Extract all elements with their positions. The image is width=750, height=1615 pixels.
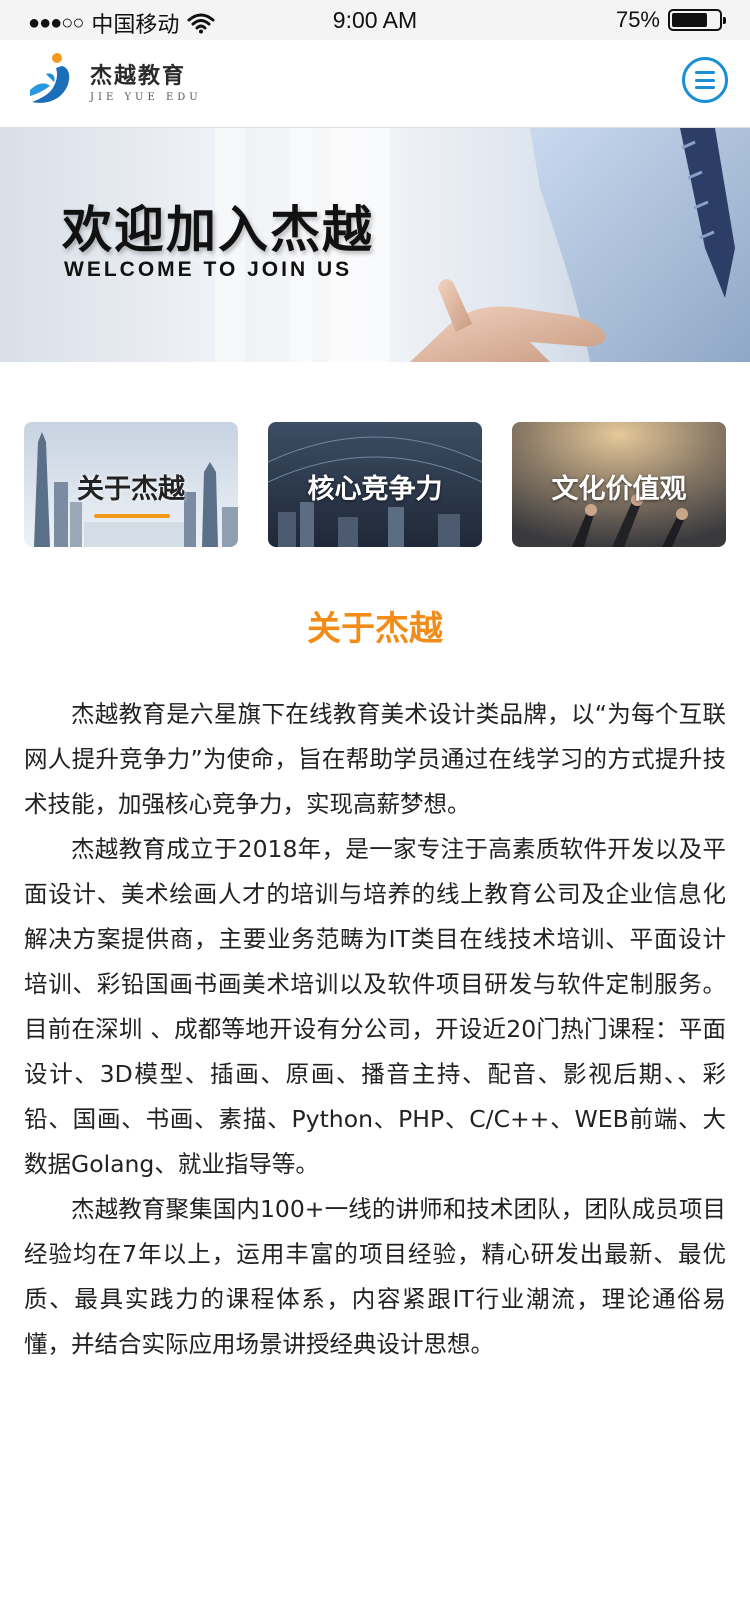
about-paragraph: 杰越教育是六星旗下在线教育美术设计类品牌，以“为每个互联网人提升竞争力”为使命，… (24, 700, 726, 818)
card-label: 关于杰越 (77, 474, 185, 505)
about-content: 杰越教育是六星旗下在线教育美术设计类品牌，以“为每个互联网人提升竞争力”为使命，… (24, 692, 726, 1367)
card-about[interactable]: 关于杰越 (24, 422, 238, 547)
category-cards: 关于杰越 核心竞争力 文化价值观 (24, 422, 726, 547)
menu-button[interactable] (682, 57, 728, 103)
hero-banner: 欢迎加入杰越 WELCOME TO JOIN US (0, 128, 750, 362)
menu-line-icon (695, 86, 715, 89)
logo-subtitle: JIE YUE EDU (90, 91, 202, 103)
active-underline (94, 514, 170, 518)
logo[interactable]: 杰越教育 JIE YUE EDU (28, 52, 202, 108)
card-label: 文化价值观 (551, 474, 687, 505)
banner-title: 欢迎加入杰越 (62, 201, 374, 259)
status-bar: ●●●○○ 中国移动 9:00 AM 75% (0, 0, 750, 40)
about-paragraph: 杰越教育成立于2018年，是一家专注于高素质软件开发以及平面设计、美术绘画人才的… (24, 835, 726, 1178)
battery-percent: 75% (615, 7, 660, 32)
banner-subtitle: WELCOME TO JOIN US (64, 258, 353, 281)
status-right: 75% (615, 7, 726, 33)
menu-line-icon (695, 71, 715, 74)
card-core-competitiveness[interactable]: 核心竞争力 (268, 422, 482, 547)
businessman-hand-illustration (410, 128, 750, 362)
section-title: 关于杰越 (307, 609, 443, 649)
card-culture-values[interactable]: 文化价值观 (512, 422, 726, 547)
card-label: 核心竞争力 (307, 474, 443, 505)
about-paragraph: 杰越教育聚集国内100+一线的讲师和技术团队，团队成员项目经验均在7年以上，运用… (24, 1195, 726, 1358)
logo-title: 杰越教育 (90, 63, 187, 89)
battery-fill (672, 13, 707, 27)
battery-icon (668, 9, 726, 31)
header: 杰越教育 JIE YUE EDU (0, 40, 750, 128)
logo-text: 杰越教育 JIE YUE EDU (90, 58, 202, 103)
menu-line-icon (695, 78, 715, 82)
logo-mark-icon (30, 53, 70, 103)
